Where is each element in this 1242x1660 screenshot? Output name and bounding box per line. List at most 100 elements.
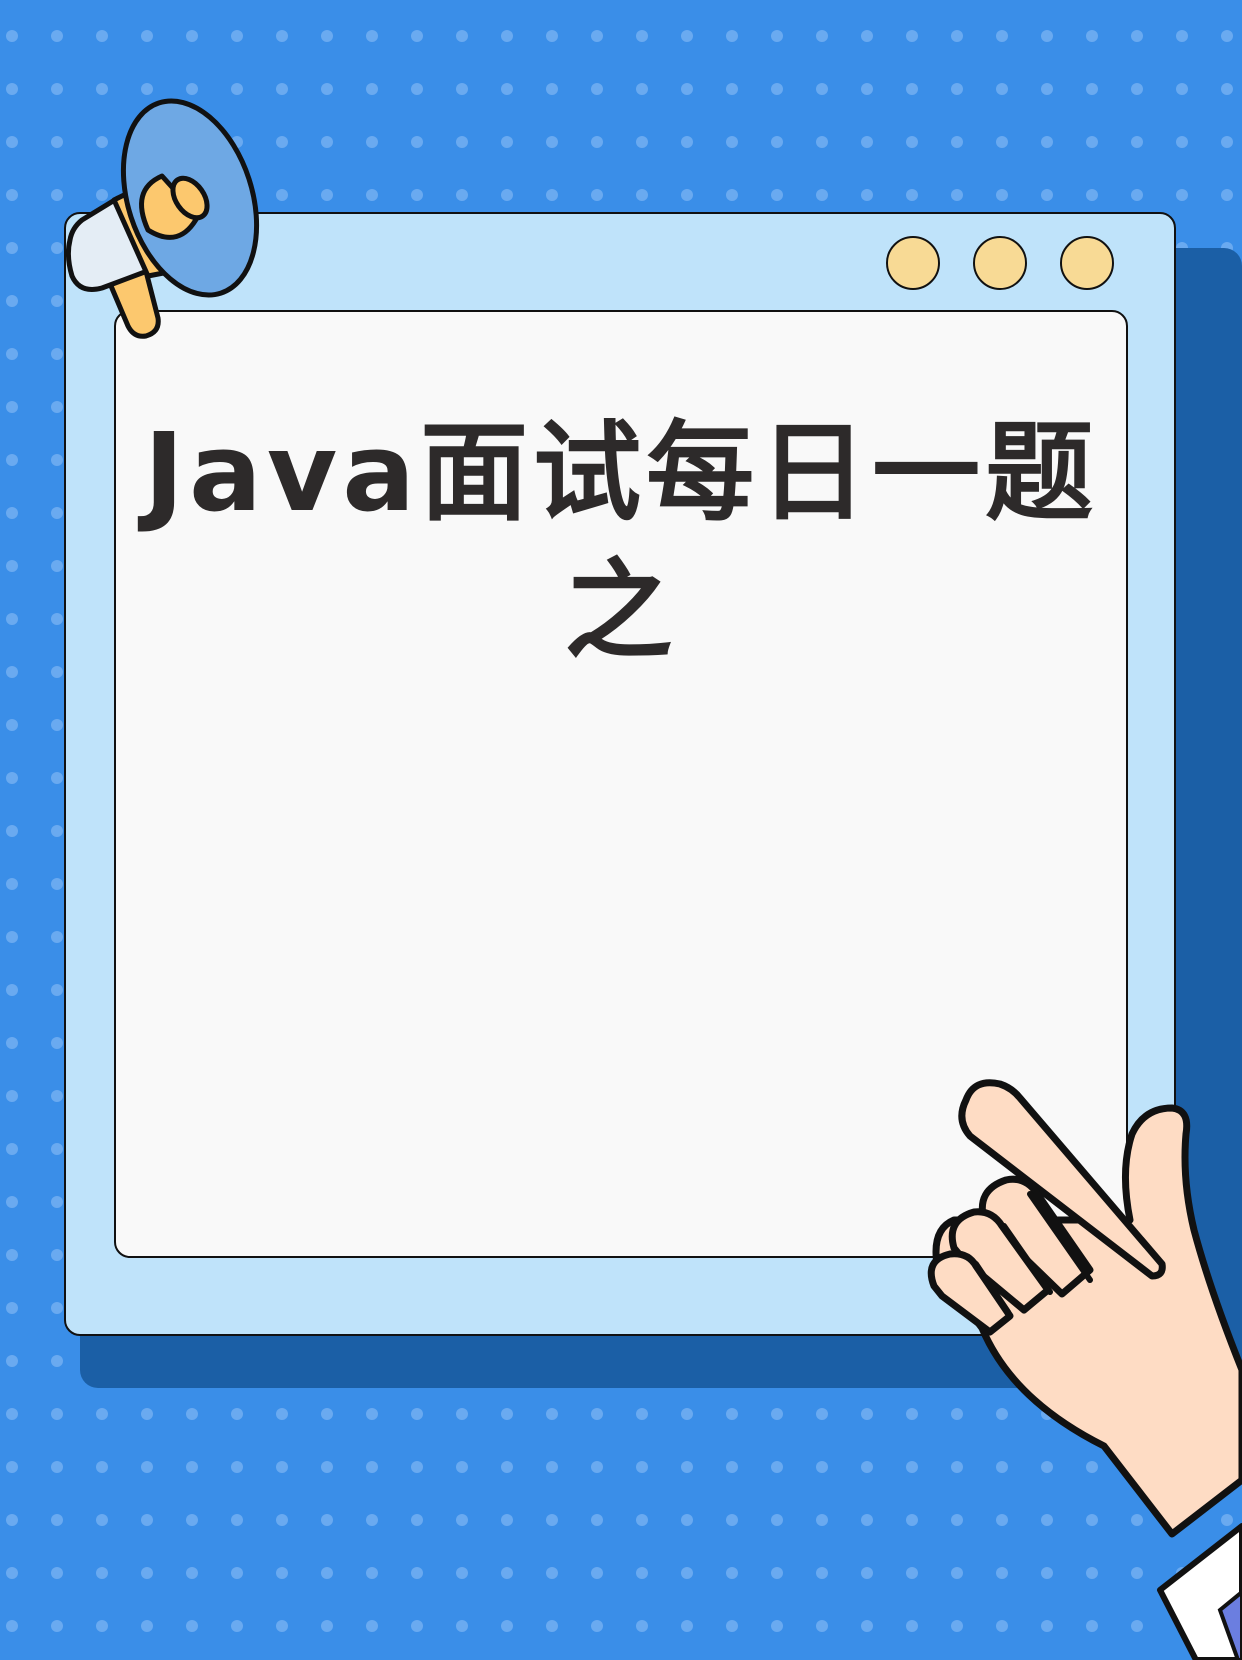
background-dot: [906, 1461, 918, 1473]
background-dot: [141, 30, 153, 42]
background-dot: [1041, 30, 1053, 42]
background-dot: [141, 1567, 153, 1579]
background-dot: [1176, 189, 1188, 201]
background-dot: [1176, 30, 1188, 42]
background-dot: [96, 1461, 108, 1473]
background-dot: [51, 613, 63, 625]
background-dot: [501, 1620, 513, 1632]
background-dot: [6, 454, 18, 466]
background-dot: [636, 83, 648, 95]
background-dot: [591, 1461, 603, 1473]
background-dot: [231, 1408, 243, 1420]
background-dot: [456, 1514, 468, 1526]
background-dot: [951, 30, 963, 42]
background-dot: [501, 1514, 513, 1526]
background-dot: [726, 189, 738, 201]
background-dot: [636, 1514, 648, 1526]
background-dot: [6, 719, 18, 731]
background-dot: [6, 1461, 18, 1473]
background-dot: [6, 560, 18, 572]
background-dot: [141, 1620, 153, 1632]
background-dot: [816, 1514, 828, 1526]
background-dot: [51, 560, 63, 572]
background-dot: [411, 1408, 423, 1420]
background-dot: [366, 1408, 378, 1420]
background-dot: [1041, 136, 1053, 148]
background-dot: [51, 454, 63, 466]
background-dot: [501, 189, 513, 201]
background-dot: [276, 1514, 288, 1526]
background-dot: [6, 1567, 18, 1579]
background-dot: [1086, 136, 1098, 148]
background-dot: [726, 1461, 738, 1473]
background-dot: [51, 401, 63, 413]
background-dot: [6, 1249, 18, 1261]
background-dot: [456, 136, 468, 148]
background-dot: [231, 1620, 243, 1632]
background-dot: [546, 1567, 558, 1579]
background-dot: [591, 189, 603, 201]
background-dot: [591, 1620, 603, 1632]
background-dot: [501, 1408, 513, 1420]
background-dot: [96, 1620, 108, 1632]
background-dot: [6, 984, 18, 996]
background-dot: [51, 931, 63, 943]
background-dot: [51, 878, 63, 890]
background-dot: [1176, 136, 1188, 148]
background-dot: [861, 1461, 873, 1473]
background-dot: [681, 1461, 693, 1473]
background-dot: [681, 83, 693, 95]
background-dot: [726, 83, 738, 95]
background-dot: [51, 772, 63, 784]
background-dot: [771, 1567, 783, 1579]
background-dot: [6, 507, 18, 519]
background-dot: [681, 136, 693, 148]
background-dot: [6, 1037, 18, 1049]
background-dot: [231, 1461, 243, 1473]
background-dot: [321, 1567, 333, 1579]
background-dot: [321, 83, 333, 95]
background-dot: [996, 83, 1008, 95]
background-dot: [51, 666, 63, 678]
background-dot: [816, 1408, 828, 1420]
background-dot: [906, 189, 918, 201]
background-dot: [906, 30, 918, 42]
background-dot: [6, 1408, 18, 1420]
background-dot: [366, 1567, 378, 1579]
background-dot: [411, 83, 423, 95]
background-dot: [411, 1567, 423, 1579]
background-dot: [186, 1514, 198, 1526]
background-dot: [906, 1514, 918, 1526]
background-dot: [6, 878, 18, 890]
background-dot: [6, 1302, 18, 1314]
background-dot: [6, 1196, 18, 1208]
background-dot: [51, 1090, 63, 1102]
background-dot: [591, 1408, 603, 1420]
background-dot: [321, 1514, 333, 1526]
pointing-hand-icon: [927, 1079, 1242, 1660]
title-line-1: Java面试每日一题: [143, 411, 1099, 536]
background-dot: [951, 83, 963, 95]
background-dot: [636, 1461, 648, 1473]
background-dot: [1131, 189, 1143, 201]
background-dot: [1086, 30, 1098, 42]
background-dot: [6, 401, 18, 413]
background-dot: [276, 30, 288, 42]
background-dot: [636, 136, 648, 148]
background-dot: [861, 136, 873, 148]
background-dot: [51, 1355, 63, 1367]
background-dot: [141, 1461, 153, 1473]
background-dot: [726, 1514, 738, 1526]
page-title: Java面试每日一题 之: [114, 405, 1128, 681]
background-dot: [51, 507, 63, 519]
background-dot: [51, 1567, 63, 1579]
background-dot: [861, 1620, 873, 1632]
background-dot: [906, 1567, 918, 1579]
background-dot: [411, 136, 423, 148]
background-dot: [51, 1514, 63, 1526]
background-dot: [861, 1514, 873, 1526]
background-dot: [681, 1408, 693, 1420]
background-dot: [456, 1408, 468, 1420]
background-dot: [51, 1037, 63, 1049]
background-dot: [636, 1620, 648, 1632]
